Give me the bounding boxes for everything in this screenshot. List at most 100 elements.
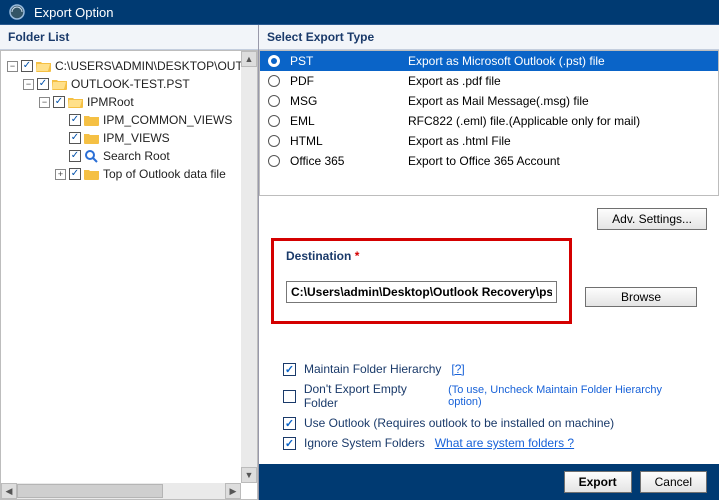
destination-group: Destination * Browse bbox=[271, 238, 572, 324]
scroll-down-icon[interactable]: ▼ bbox=[241, 467, 257, 483]
tree-label: Top of Outlook data file bbox=[103, 165, 226, 183]
export-type-panel: Select Export Type PST Export as Microso… bbox=[258, 25, 719, 500]
tree-node-search-root[interactable]: ✓ Search Root bbox=[55, 147, 253, 165]
export-type-header: Select Export Type bbox=[259, 25, 719, 50]
tree-label: IPM_COMMON_VIEWS bbox=[103, 111, 232, 129]
expand-toggle[interactable]: + bbox=[55, 169, 66, 180]
tree-label: Search Root bbox=[103, 147, 170, 165]
export-type-desc: Export to Office 365 Account bbox=[408, 154, 560, 168]
folder-list-header: Folder List bbox=[0, 25, 258, 50]
export-button[interactable]: Export bbox=[564, 471, 632, 493]
cancel-button[interactable]: Cancel bbox=[640, 471, 707, 493]
export-type-desc: Export as .html File bbox=[408, 134, 511, 148]
tree-label: IPMRoot bbox=[87, 93, 134, 111]
tree-node-top-outlook[interactable]: + ✓ Top of Outlook data file bbox=[55, 165, 253, 183]
tree-checkbox[interactable]: ✓ bbox=[53, 96, 65, 108]
export-type-desc: RFC822 (.eml) file.(Applicable only for … bbox=[408, 114, 640, 128]
tree-checkbox[interactable]: ✓ bbox=[69, 168, 81, 180]
tree-checkbox[interactable]: ✓ bbox=[69, 150, 81, 162]
adv-settings-button[interactable]: Adv. Settings... bbox=[597, 208, 707, 230]
folder-icon bbox=[84, 113, 100, 127]
opt-ignore-system-folders[interactable]: ✓ Ignore System Folders What are system … bbox=[283, 436, 695, 450]
export-type-desc: Export as Mail Message(.msg) file bbox=[408, 94, 589, 108]
folder-icon bbox=[84, 167, 100, 181]
export-type-name: PST bbox=[290, 54, 408, 68]
export-option-window: Export Option Folder List − ✓ C:\USERS\A… bbox=[0, 0, 719, 500]
checkbox[interactable] bbox=[283, 390, 296, 403]
export-options: ✓ Maintain Folder Hierarchy [?] Don't Ex… bbox=[271, 354, 707, 464]
export-type-name: HTML bbox=[290, 134, 408, 148]
tree-checkbox[interactable]: ✓ bbox=[69, 114, 81, 126]
tree-node-root[interactable]: − ✓ C:\USERS\ADMIN\DESKTOP\OUTL bbox=[7, 57, 253, 75]
tree-label: OUTLOOK-TEST.PST bbox=[71, 75, 190, 93]
export-type-list: PST Export as Microsoft Outlook (.pst) f… bbox=[259, 50, 719, 196]
option-label: Use Outlook (Requires outlook to be inst… bbox=[304, 416, 614, 430]
scroll-left-icon[interactable]: ◀ bbox=[1, 483, 17, 499]
export-type-name: EML bbox=[290, 114, 408, 128]
folder-open-icon bbox=[36, 59, 52, 73]
expand-spacer bbox=[55, 115, 66, 126]
option-hint: (To use, Uncheck Maintain Folder Hierarc… bbox=[448, 384, 695, 408]
export-type-pdf[interactable]: PDF Export as .pdf file bbox=[260, 71, 718, 91]
export-type-msg[interactable]: MSG Export as Mail Message(.msg) file bbox=[260, 91, 718, 111]
radio-button[interactable] bbox=[268, 155, 280, 167]
folder-list-panel: Folder List − ✓ C:\USERS\ADMIN\DESKTOP\O… bbox=[0, 25, 258, 500]
checkbox[interactable]: ✓ bbox=[283, 363, 296, 376]
expand-spacer bbox=[55, 133, 66, 144]
export-type-html[interactable]: HTML Export as .html File bbox=[260, 131, 718, 151]
tree-scrollbar-horizontal[interactable]: ◀ ▶ bbox=[1, 483, 241, 499]
radio-button[interactable] bbox=[268, 75, 280, 87]
system-folders-help-link[interactable]: What are system folders ? bbox=[435, 436, 574, 450]
titlebar: Export Option bbox=[0, 0, 719, 24]
checkbox[interactable]: ✓ bbox=[283, 417, 296, 430]
option-label: Don't Export Empty Folder bbox=[304, 382, 442, 410]
browse-button[interactable]: Browse bbox=[585, 287, 697, 307]
tree-scrollbar-vertical[interactable]: ▲ ▼ bbox=[241, 51, 257, 483]
tree-node-pstfile[interactable]: − ✓ OUTLOOK-TEST.PST bbox=[23, 75, 253, 93]
expand-toggle[interactable]: − bbox=[7, 61, 18, 72]
search-folder-icon bbox=[84, 149, 100, 163]
option-label: Ignore System Folders bbox=[304, 436, 425, 450]
radio-button[interactable] bbox=[268, 55, 280, 67]
tree-checkbox[interactable]: ✓ bbox=[37, 78, 49, 90]
expand-spacer bbox=[55, 151, 66, 162]
opt-use-outlook[interactable]: ✓ Use Outlook (Requires outlook to be in… bbox=[283, 416, 695, 430]
tree-node-common-views[interactable]: ✓ IPM_COMMON_VIEWS bbox=[55, 111, 253, 129]
tree-checkbox[interactable]: ✓ bbox=[69, 132, 81, 144]
opt-maintain-hierarchy[interactable]: ✓ Maintain Folder Hierarchy [?] bbox=[283, 362, 695, 376]
tree-node-ipm-views[interactable]: ✓ IPM_VIEWS bbox=[55, 129, 253, 147]
checkbox[interactable]: ✓ bbox=[283, 437, 296, 450]
folder-tree[interactable]: − ✓ C:\USERS\ADMIN\DESKTOP\OUTL − ✓ bbox=[0, 50, 258, 500]
export-type-name: PDF bbox=[290, 74, 408, 88]
export-type-office365[interactable]: Office 365 Export to Office 365 Account bbox=[260, 151, 718, 171]
folder-open-icon bbox=[68, 95, 84, 109]
window-title: Export Option bbox=[34, 5, 114, 20]
destination-label: Destination * bbox=[286, 249, 557, 263]
radio-button[interactable] bbox=[268, 95, 280, 107]
tree-checkbox[interactable]: ✓ bbox=[21, 60, 33, 72]
export-type-name: Office 365 bbox=[290, 154, 408, 168]
radio-button[interactable] bbox=[268, 115, 280, 127]
scroll-up-icon[interactable]: ▲ bbox=[241, 51, 257, 67]
scroll-right-icon[interactable]: ▶ bbox=[225, 483, 241, 499]
export-type-pst[interactable]: PST Export as Microsoft Outlook (.pst) f… bbox=[260, 51, 718, 71]
tree-node-ipmroot[interactable]: − ✓ IPMRoot bbox=[39, 93, 253, 111]
expand-toggle[interactable]: − bbox=[23, 79, 34, 90]
tree-label: C:\USERS\ADMIN\DESKTOP\OUTL bbox=[55, 57, 249, 75]
help-link[interactable]: [?] bbox=[451, 362, 464, 376]
tree-label: IPM_VIEWS bbox=[103, 129, 170, 147]
app-logo-icon bbox=[8, 3, 26, 21]
folder-icon bbox=[84, 131, 100, 145]
export-type-desc: Export as Microsoft Outlook (.pst) file bbox=[408, 54, 605, 68]
export-type-name: MSG bbox=[290, 94, 408, 108]
export-type-desc: Export as .pdf file bbox=[408, 74, 501, 88]
radio-button[interactable] bbox=[268, 135, 280, 147]
export-type-eml[interactable]: EML RFC822 (.eml) file.(Applicable only … bbox=[260, 111, 718, 131]
opt-dont-export-empty[interactable]: Don't Export Empty Folder (To use, Unche… bbox=[283, 382, 695, 410]
option-label: Maintain Folder Hierarchy bbox=[304, 362, 441, 376]
scroll-thumb[interactable] bbox=[17, 484, 163, 498]
expand-toggle[interactable]: − bbox=[39, 97, 50, 108]
dialog-footer: Export Cancel bbox=[259, 464, 719, 500]
destination-input[interactable] bbox=[286, 281, 557, 303]
folder-open-icon bbox=[52, 77, 68, 91]
